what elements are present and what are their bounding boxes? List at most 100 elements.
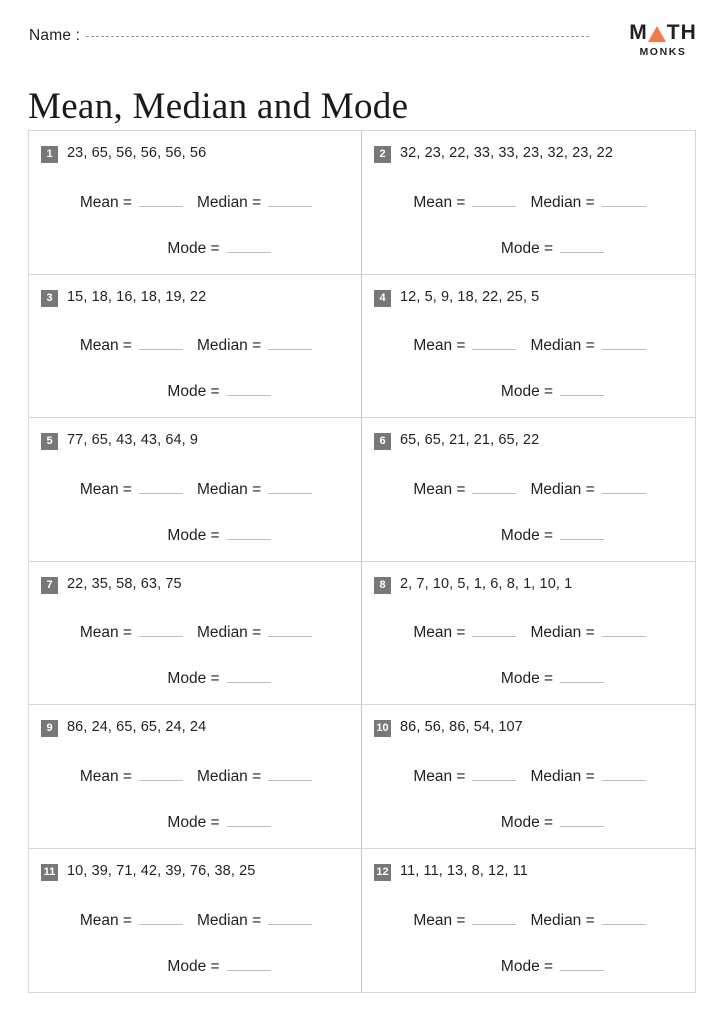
mean-answer: Mean = <box>413 192 517 212</box>
mean-median-row: Mean = Median = <box>374 766 679 786</box>
mode-answer: Mode = <box>500 525 605 545</box>
mean-answer: Mean = <box>413 622 517 642</box>
mean-blank[interactable] <box>472 766 517 781</box>
problem-cell-6: 6 65, 65, 21, 21, 65, 22 Mean = Median =… <box>362 418 695 562</box>
math-monks-logo: M TH MONKS <box>620 22 706 58</box>
mode-blank[interactable] <box>560 812 605 827</box>
logo-text-part1: M <box>629 21 648 44</box>
median-blank[interactable] <box>268 622 313 637</box>
median-blank[interactable] <box>601 622 646 637</box>
mean-answer: Mean = <box>413 335 517 355</box>
mode-label: Mode = <box>500 383 554 400</box>
mean-blank[interactable] <box>472 192 517 207</box>
mode-blank[interactable] <box>560 525 605 540</box>
name-input-line[interactable] <box>86 35 589 37</box>
mode-blank[interactable] <box>226 812 271 827</box>
mode-row: Mode = <box>41 238 345 258</box>
median-blank[interactable] <box>601 479 646 494</box>
mode-label: Mode = <box>167 813 220 831</box>
median-blank[interactable] <box>601 910 646 925</box>
median-label: Median = <box>196 193 262 211</box>
problem-header: 3 15, 18, 16, 18, 19, 22 <box>41 288 345 307</box>
answer-area: Mean = Median = Mode = <box>374 192 679 258</box>
problem-number-badge: 10 <box>374 720 391 737</box>
mean-median-row: Mean = Median = <box>41 766 345 786</box>
answer-area: Mean = Median = Mode = <box>41 479 345 545</box>
problem-dataset: 15, 18, 16, 18, 19, 22 <box>67 288 207 305</box>
problem-number-badge: 7 <box>41 576 58 594</box>
median-label: Median = <box>196 480 262 498</box>
problem-header: 12 11, 11, 13, 8, 12, 11 <box>374 863 679 881</box>
mean-blank[interactable] <box>138 910 183 925</box>
answer-area: Mean = Median = Mode = <box>374 622 679 688</box>
problem-cell-7: 7 22, 35, 58, 63, 75 Mean = Median = Mod… <box>29 561 362 705</box>
mean-median-row: Mean = Median = <box>41 192 345 212</box>
median-blank[interactable] <box>268 910 313 925</box>
mean-blank[interactable] <box>138 335 183 350</box>
mode-blank[interactable] <box>560 381 605 396</box>
mean-blank[interactable] <box>472 910 517 925</box>
mode-answer: Mode = <box>167 381 271 401</box>
median-answer: Median = <box>530 192 646 212</box>
median-answer: Median = <box>196 192 313 212</box>
problem-cell-12: 12 11, 11, 13, 8, 12, 11 Mean = Median =… <box>362 849 695 993</box>
mode-answer: Mode = <box>501 812 605 832</box>
mode-label: Mode = <box>167 670 220 687</box>
median-blank[interactable] <box>268 479 313 494</box>
mean-blank[interactable] <box>472 622 517 637</box>
mean-blank[interactable] <box>138 766 183 781</box>
mode-label: Mode = <box>167 239 220 257</box>
median-blank[interactable] <box>268 335 313 350</box>
mode-blank[interactable] <box>226 525 271 540</box>
logo-wordmark: M TH <box>620 22 706 43</box>
mode-row: Mode = <box>41 956 345 976</box>
mean-blank[interactable] <box>472 479 517 494</box>
problem-number-badge: 1 <box>41 146 58 163</box>
mode-blank[interactable] <box>226 381 271 396</box>
mean-label: Mean = <box>79 912 132 929</box>
mean-label: Mean = <box>79 767 132 785</box>
mode-label: Mode = <box>500 670 554 687</box>
median-answer: Median = <box>530 910 646 930</box>
mean-blank[interactable] <box>138 192 183 207</box>
mode-blank[interactable] <box>226 956 271 971</box>
median-label: Median = <box>196 767 262 785</box>
mode-blank[interactable] <box>560 956 605 971</box>
problem-dataset: 10, 39, 71, 42, 39, 76, 38, 25 <box>67 862 256 879</box>
mode-blank[interactable] <box>560 238 605 253</box>
median-blank[interactable] <box>601 192 646 207</box>
median-label: Median = <box>196 624 262 641</box>
problem-cell-10: 10 86, 56, 86, 54, 107 Mean = Median = M… <box>362 705 695 849</box>
median-answer: Median = <box>196 622 313 642</box>
median-answer: Median = <box>530 479 646 499</box>
mean-answer: Mean = <box>80 766 183 786</box>
mode-blank[interactable] <box>226 238 271 253</box>
problem-header: 6 65, 65, 21, 21, 65, 22 <box>374 432 679 450</box>
mean-label: Mean = <box>79 480 132 498</box>
problem-number-badge: 5 <box>41 433 58 450</box>
median-blank[interactable] <box>268 192 313 207</box>
mode-blank[interactable] <box>226 668 271 683</box>
name-field-row: Name : <box>29 27 589 45</box>
mode-label: Mode = <box>167 958 220 975</box>
answer-area: Mean = Median = Mode = <box>41 335 345 401</box>
mode-blank[interactable] <box>560 668 605 683</box>
mode-label: Mode = <box>167 383 220 400</box>
mean-label: Mean = <box>79 193 132 211</box>
median-answer: Median = <box>530 335 646 355</box>
median-blank[interactable] <box>268 766 313 781</box>
median-blank[interactable] <box>601 335 646 350</box>
problem-dataset: 86, 24, 65, 65, 24, 24 <box>67 719 207 735</box>
mode-row: Mode = <box>41 812 345 832</box>
mean-label: Mean = <box>413 912 466 929</box>
median-blank[interactable] <box>601 766 646 781</box>
mean-blank[interactable] <box>472 335 517 350</box>
mean-label: Mean = <box>79 337 132 354</box>
mean-blank[interactable] <box>138 479 183 494</box>
mean-answer: Mean = <box>80 335 183 355</box>
problem-header: 7 22, 35, 58, 63, 75 <box>41 576 345 594</box>
mode-row: Mode = <box>374 668 679 688</box>
problem-cell-8: 8 2, 7, 10, 5, 1, 6, 8, 1, 10, 1 Mean = … <box>362 562 695 705</box>
mean-blank[interactable] <box>138 622 183 637</box>
mode-label: Mode = <box>500 526 554 544</box>
